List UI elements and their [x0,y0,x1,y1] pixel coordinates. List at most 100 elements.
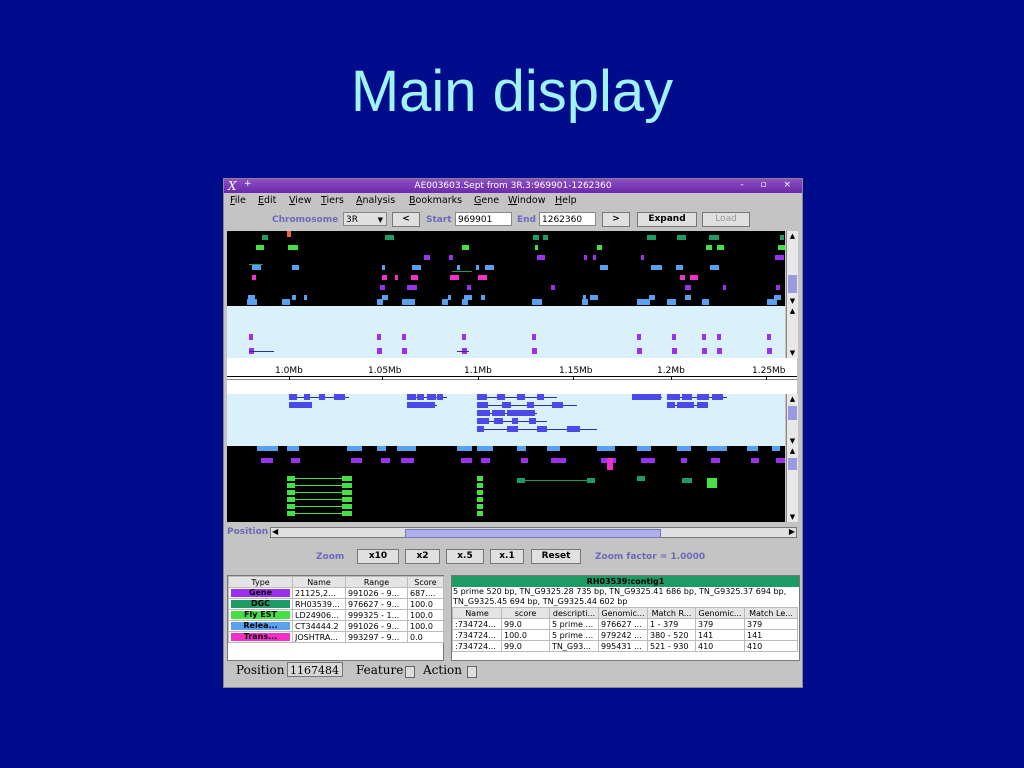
feature-glyph[interactable] [532,334,536,340]
detail-column-header[interactable]: descripti... [549,607,599,619]
feature-glyph[interactable] [647,235,656,240]
expand-button[interactable]: Expand [637,212,697,227]
feature-glyph[interactable] [707,478,717,488]
gene-model-exon[interactable] [289,394,297,400]
feature-glyph[interactable] [767,348,772,354]
type-table-row[interactable]: Gene 21125,2... 991026 - 9... 687.... [228,587,444,599]
feature-glyph[interactable] [717,245,724,250]
feature-glyph[interactable] [377,446,386,451]
feature-glyph[interactable] [637,334,641,340]
gene-model-exon[interactable] [697,394,709,400]
top-track-scrollbar[interactable]: ▲ ▼ [786,231,798,306]
feature-glyph[interactable] [702,348,707,354]
feature-glyph[interactable] [682,478,692,483]
column-header-type[interactable]: Type [228,576,293,588]
feature-glyph[interactable] [702,334,706,340]
feature-glyph[interactable] [249,334,253,340]
menu-file[interactable]: File [230,195,246,206]
window-titlebar[interactable]: X + AE003603.Sept from 3R.3:969901-12623… [224,179,802,193]
feature-toggle[interactable] [405,666,415,678]
feature-glyph[interactable] [772,446,780,451]
mid-track-scrollbar[interactable]: ▲ ▼ [786,306,798,358]
feature-connector[interactable] [287,485,342,486]
gene-model-exon[interactable] [507,426,518,432]
feature-glyph[interactable] [714,235,719,240]
feature-glyph[interactable] [287,497,295,502]
scroll-down-icon[interactable]: ▼ [787,348,798,358]
feature-glyph[interactable] [395,275,398,280]
feature-glyph[interactable] [767,299,777,305]
reverse-strand-results-track[interactable] [227,446,785,522]
feature-glyph[interactable] [476,265,479,270]
feature-glyph[interactable] [600,265,608,270]
gene-model-exon[interactable] [437,394,443,400]
gene-model-exon[interactable] [304,402,310,408]
feature-glyph[interactable] [477,446,493,451]
feature-glyph[interactable] [262,235,268,240]
feature-glyph[interactable] [292,245,298,250]
feature-glyph[interactable] [402,334,406,340]
type-table-row[interactable]: Trans... JOSHTRA... 993297 - 9... 0.0 [228,631,444,643]
end-input[interactable]: 1262360 [539,212,596,226]
feature-glyph[interactable] [342,497,352,502]
scroll-down-icon[interactable]: ▼ [787,296,798,306]
feature-glyph[interactable] [776,458,785,463]
feature-glyph[interactable] [258,265,261,270]
feature-glyph[interactable] [637,348,642,354]
bottom-track-scrollbar[interactable]: ▲ ▼ [786,446,798,522]
feature-glyph[interactable] [252,265,258,270]
feature-glyph[interactable] [717,334,721,340]
scroll-thumb[interactable] [788,406,797,420]
gene-model-exon[interactable] [639,394,647,400]
menu-help[interactable]: Help [555,195,577,206]
feature-glyph[interactable] [780,235,784,240]
feature-glyph[interactable] [457,265,460,270]
feature-glyph[interactable] [637,446,651,451]
feature-glyph[interactable] [677,235,686,240]
feature-glyph[interactable] [775,255,784,260]
feature-glyph[interactable] [292,295,296,300]
gene-model-exon[interactable] [667,394,680,400]
gene-model-exon[interactable] [477,418,489,424]
gene-model-exon[interactable] [682,394,692,400]
feature-glyph[interactable] [747,446,758,451]
feature-connector[interactable] [287,513,342,514]
gene-model-exon[interactable] [654,394,661,400]
feature-glyph[interactable] [342,511,352,516]
feature-glyph[interactable] [535,245,538,250]
feature-glyph[interactable] [706,245,712,250]
feature-glyph[interactable] [252,275,256,280]
detail-column-header[interactable]: score [501,607,550,619]
zoom-x01-button[interactable]: x.1 [490,549,524,564]
feature-glyph[interactable] [653,265,662,270]
feature-glyph[interactable] [287,511,295,516]
forward-strand-annotation-track[interactable] [227,306,785,358]
type-table-row[interactable]: Relea... CT34444.2 991026 - 9... 100.0 [228,620,444,632]
feature-glyph[interactable] [593,255,596,260]
gene-model-exon[interactable] [502,402,511,408]
feature-glyph[interactable] [477,504,483,509]
gene-model-exon[interactable] [477,394,487,400]
zoom-x10-button[interactable]: x10 [357,549,399,564]
gene-model-exon[interactable] [552,402,563,408]
gene-model-exon[interactable] [304,394,310,400]
feature-glyph[interactable] [702,299,709,305]
prev-button[interactable]: < [392,212,420,227]
gene-model-exon[interactable] [429,402,435,408]
gene-model-exon[interactable] [687,402,694,408]
feature-glyph[interactable] [517,478,525,483]
feature-connector[interactable] [452,271,472,272]
feature-glyph[interactable] [477,490,483,495]
feature-glyph[interactable] [587,478,595,483]
feature-glyph[interactable] [481,458,490,463]
feature-glyph[interactable] [291,458,300,463]
feature-glyph[interactable] [377,299,383,305]
gene-model-exon[interactable] [477,410,490,416]
feature-glyph[interactable] [462,334,466,340]
feature-glyph[interactable] [461,458,472,463]
feature-glyph[interactable] [711,458,720,463]
feature-glyph[interactable] [292,265,299,270]
scroll-up-icon[interactable]: ▲ [787,306,798,316]
feature-glyph[interactable] [597,245,602,250]
feature-glyph[interactable] [342,490,352,495]
